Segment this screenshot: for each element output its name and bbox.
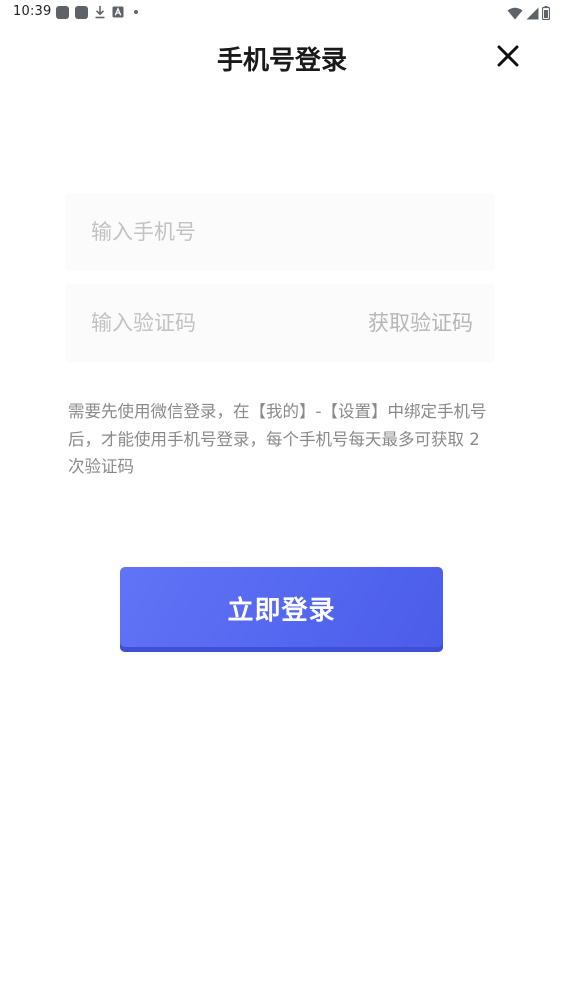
close-button[interactable] <box>492 40 524 72</box>
code-input[interactable] <box>91 284 331 362</box>
status-bar: 10:39 <box>0 0 564 24</box>
login-button[interactable]: 立即登录 <box>120 567 443 652</box>
wifi-icon <box>507 5 523 24</box>
page-title: 手机号登录 <box>216 46 347 76</box>
app-icon <box>56 5 69 19</box>
a-icon <box>112 6 124 18</box>
phone-input[interactable] <box>91 193 331 271</box>
battery-icon <box>541 5 551 24</box>
close-icon <box>497 45 519 67</box>
phone-field <box>65 193 495 271</box>
system-icons <box>507 5 551 24</box>
signal-icon <box>526 5 539 24</box>
get-code-button[interactable]: 获取验证码 <box>368 284 473 362</box>
notification-icons <box>56 5 138 19</box>
code-field: 获取验证码 <box>65 284 495 362</box>
header: 手机号登录 <box>0 30 564 82</box>
app-icon <box>75 5 88 19</box>
status-time: 10:39 <box>13 4 52 19</box>
login-button-label: 立即登录 <box>227 594 336 625</box>
download-icon <box>94 5 106 19</box>
login-hint: 需要先使用微信登录，在【我的】-【设置】中绑定手机号后，才能使用手机号登录，每个… <box>68 402 487 476</box>
dot-icon <box>134 10 138 14</box>
